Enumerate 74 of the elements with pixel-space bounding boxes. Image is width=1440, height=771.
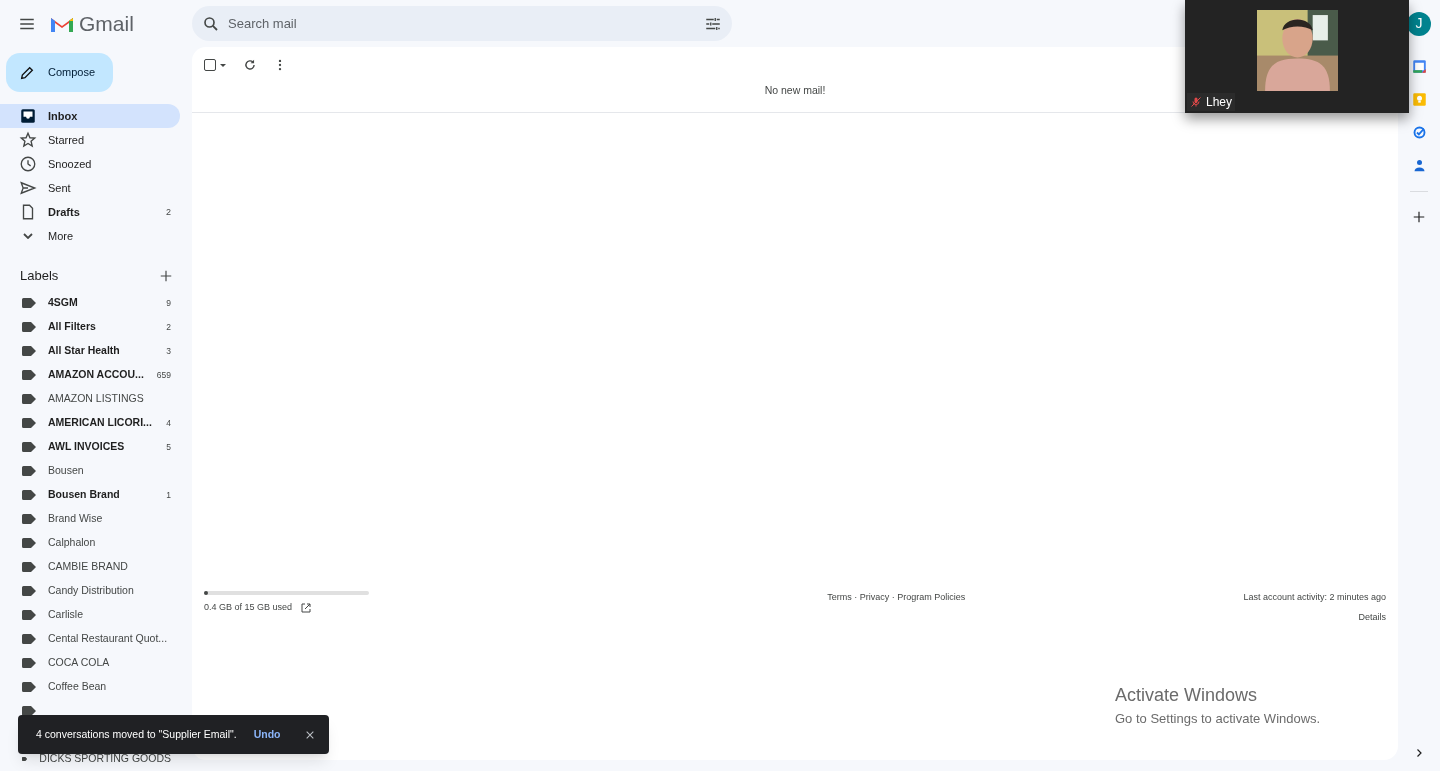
label-icon (22, 514, 36, 524)
label-item[interactable]: AMERICAN LICORI... 4 (0, 411, 180, 435)
label-icon (22, 370, 36, 380)
label-item[interactable]: Brand Wise (0, 507, 180, 531)
label-item[interactable]: Cental Restaurant Quot... (0, 627, 180, 651)
label-icon (22, 586, 36, 596)
participant-name: Lhey (1206, 94, 1233, 111)
label-item[interactable]: Bousen Brand 1 (0, 483, 180, 507)
label-item[interactable]: AMAZON LISTINGS (0, 387, 180, 411)
label-icon (22, 754, 28, 764)
calendar-icon[interactable] (1411, 59, 1427, 74)
add-icon[interactable] (159, 268, 173, 283)
caret-icon (219, 61, 227, 69)
labels-heading: Labels (20, 266, 59, 285)
label-item[interactable]: Candy Distribution (0, 579, 180, 603)
close-icon[interactable] (305, 729, 315, 740)
refresh-icon[interactable] (243, 58, 257, 72)
label-item[interactable]: AMAZON ACCOU... 659 (0, 363, 180, 387)
label-icon (22, 346, 36, 356)
storage-text: 0.4 GB of 15 GB used (204, 601, 293, 614)
nav-item[interactable]: Snoozed (0, 152, 180, 177)
label-icon (22, 538, 36, 548)
label-icon (22, 418, 36, 428)
search-input[interactable]: Search mail (228, 13, 696, 34)
label-item[interactable]: 4SGM 9 (0, 291, 180, 315)
label-item[interactable]: CAMBIE BRAND (0, 555, 180, 579)
watermark-title: Activate Windows (1115, 684, 1259, 707)
task-icon[interactable] (1411, 125, 1427, 140)
label-icon (22, 322, 36, 332)
clock-icon (19, 155, 37, 174)
search-icon (202, 14, 220, 33)
label-icon (22, 658, 36, 668)
label-item[interactable]: Carlisle (0, 603, 180, 627)
nav-item[interactable]: Drafts 2 (0, 200, 180, 225)
logo-text: Gmail (79, 10, 134, 37)
footer-links[interactable]: Terms · Privacy · Program Policies (827, 591, 966, 624)
search-bar[interactable]: Search mail (192, 6, 732, 41)
details-link[interactable]: Details (1358, 610, 1386, 624)
external-link-icon[interactable] (300, 601, 313, 614)
label-icon (22, 634, 36, 644)
toast-message: 4 conversations moved to "Supplier Email". (36, 726, 237, 742)
label-icon (22, 706, 36, 716)
nav-item[interactable]: Starred (0, 128, 180, 153)
label-item[interactable]: DICKS SPORTING GOODS (0, 747, 180, 771)
label-item[interactable]: Coffee Bean (0, 675, 180, 699)
label-item[interactable]: All Star Health 3 (0, 339, 180, 363)
label-icon (22, 442, 36, 452)
label-icon (22, 466, 36, 476)
nav-item[interactable]: Inbox (0, 104, 180, 129)
undo-button[interactable]: Undo (253, 726, 281, 743)
chevron-down-icon (23, 233, 33, 240)
add-icon[interactable] (1412, 210, 1426, 224)
label-icon (22, 682, 36, 692)
activity-text: Last account activity: 2 minutes ago (1243, 591, 1386, 604)
label-icon (22, 394, 36, 404)
star-icon (19, 131, 37, 150)
compose-button[interactable]: Compose (6, 53, 113, 93)
label-item[interactable]: Calphalon (0, 531, 180, 555)
label-item[interactable]: Bousen (0, 459, 180, 483)
avatar[interactable]: J (1407, 11, 1431, 36)
label-item[interactable]: All Filters 2 (0, 315, 180, 339)
nav-item[interactable]: More (0, 224, 180, 249)
label-item[interactable]: AWL INVOICES 5 (0, 435, 180, 459)
label-icon (22, 562, 36, 572)
inbox-icon (19, 107, 37, 126)
label-icon (22, 610, 36, 620)
nav-item[interactable]: Sent (0, 176, 180, 201)
label-item[interactable]: COCA COLA (0, 651, 180, 675)
select-checkbox[interactable] (204, 59, 227, 71)
label-icon (22, 298, 36, 308)
empty-message: No new mail! (764, 83, 826, 98)
watermark-subtitle: Go to Settings to activate Windows. (1115, 710, 1322, 728)
pencil-icon (19, 64, 35, 81)
label-icon (22, 490, 36, 500)
